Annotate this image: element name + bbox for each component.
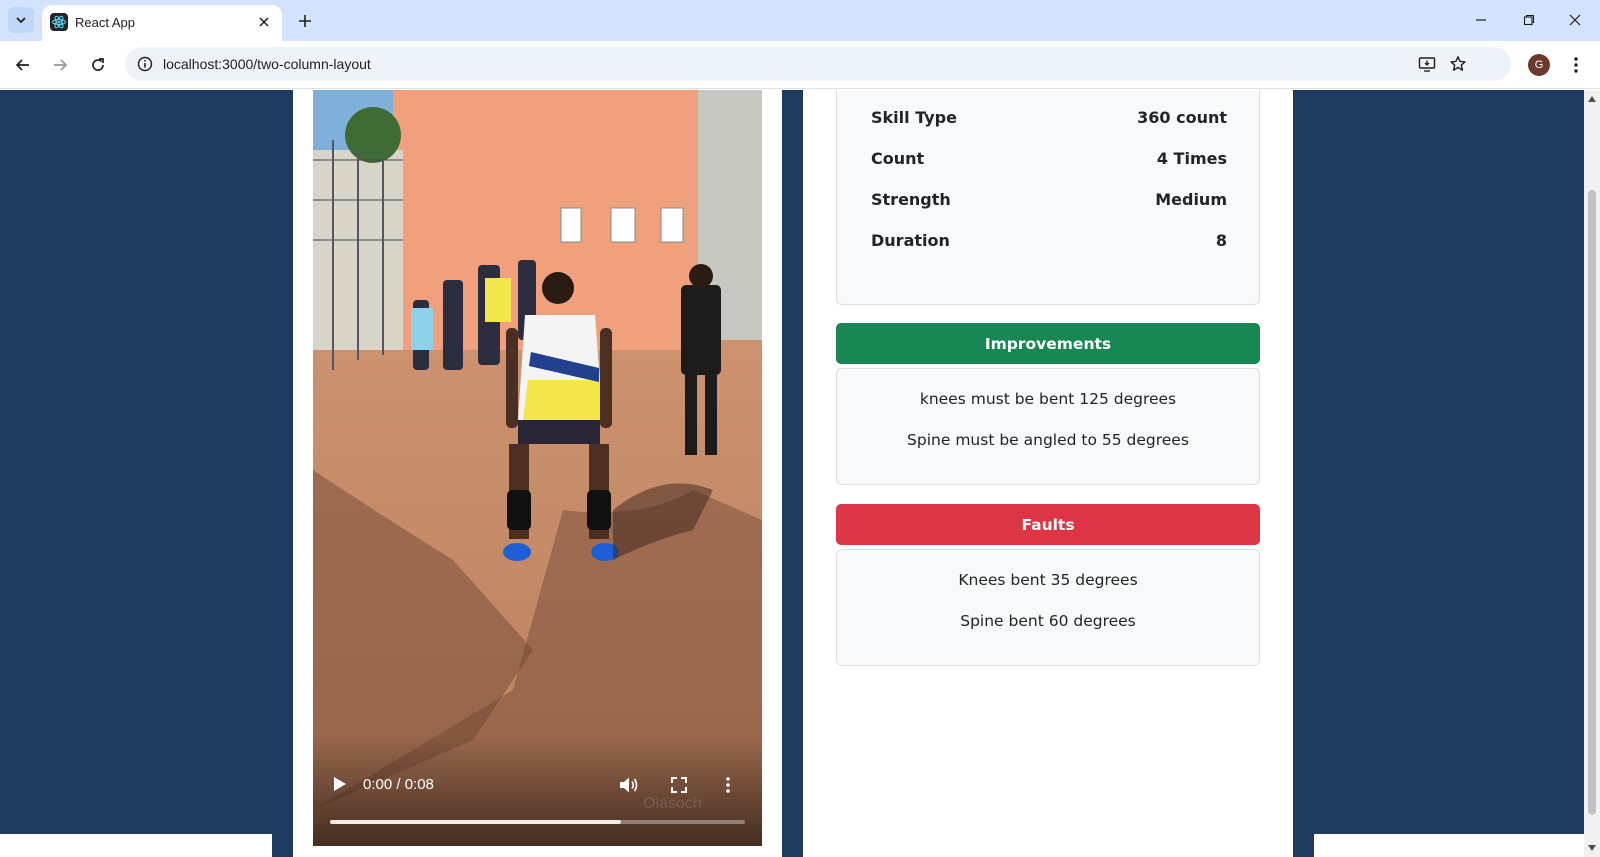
stat-label: Skill Type (871, 108, 957, 127)
video-player[interactable]: Olasoch 0:00 / 0:08 (313, 90, 762, 846)
scroll-up-button[interactable] (1587, 94, 1597, 104)
back-arrow-icon (15, 59, 29, 71)
tab-title: React App (75, 15, 135, 30)
stats-card: Skill Type 360 count Count 4 Times Stren… (836, 90, 1260, 305)
chevron-down-icon (16, 17, 26, 24)
browser-tab[interactable]: React App (42, 5, 282, 41)
close-window-button[interactable] (1560, 6, 1590, 34)
restore-button[interactable] (1514, 6, 1544, 34)
improvements-body: knees must be bent 125 degrees Spine mus… (836, 368, 1260, 485)
page-footer-strip-left (0, 834, 272, 857)
page-viewport: Olasoch 0:00 / 0:08 Skill Type (0, 90, 1584, 857)
tab-close-button[interactable] (254, 12, 274, 32)
analysis-column: Skill Type 360 count Count 4 Times Stren… (803, 90, 1293, 857)
stat-row-duration: Duration 8 (871, 231, 1227, 250)
stat-row-strength: Strength Medium (871, 190, 1227, 209)
restore-icon (1523, 14, 1535, 26)
address-bar[interactable]: localhost:3000/two-column-layout (125, 47, 1511, 81)
improvements-header: Improvements (836, 323, 1260, 364)
video-time-display: 0:00 / 0:08 (363, 776, 434, 793)
triangle-up-icon (1588, 96, 1596, 102)
faults-header: Faults (836, 504, 1260, 545)
stat-label: Duration (871, 231, 950, 250)
url-text: localhost:3000/two-column-layout (163, 56, 371, 72)
more-vertical-icon (1574, 57, 1578, 73)
close-icon (259, 17, 269, 27)
react-logo-icon (50, 13, 68, 31)
tab-search-button[interactable] (8, 7, 34, 33)
play-icon (334, 777, 346, 791)
stat-value: Medium (1155, 190, 1227, 209)
triangle-down-icon (1588, 845, 1596, 851)
plus-icon (299, 15, 311, 27)
video-options-button[interactable] (716, 773, 740, 797)
close-icon (1569, 14, 1581, 26)
video-column: Olasoch 0:00 / 0:08 (293, 90, 782, 857)
volume-icon (620, 777, 638, 793)
tab-strip: React App (0, 0, 1600, 41)
scrollbar-thumb[interactable] (1588, 190, 1596, 815)
minimize-button[interactable] (1466, 6, 1496, 34)
play-button[interactable] (329, 773, 351, 795)
minimize-icon (1476, 19, 1486, 21)
install-app-button[interactable] (1415, 52, 1439, 76)
faults-body: Knees bent 35 degrees Spine bent 60 degr… (836, 549, 1260, 666)
improvement-item: Spine must be angled to 55 degrees (907, 431, 1189, 449)
bookmark-button[interactable] (1446, 52, 1470, 76)
install-icon (1418, 57, 1436, 72)
info-icon (137, 56, 153, 72)
stat-value: 4 Times (1156, 149, 1227, 168)
profile-avatar[interactable]: G (1528, 54, 1550, 76)
stat-label: Strength (871, 190, 951, 209)
star-icon (1450, 56, 1466, 71)
fault-item: Spine bent 60 degrees (960, 612, 1136, 630)
video-progress-fill (330, 820, 621, 824)
video-frame: Olasoch (313, 90, 762, 846)
fault-item: Knees bent 35 degrees (958, 571, 1138, 589)
stat-value: 360 count (1137, 108, 1227, 127)
back-button[interactable] (8, 50, 38, 80)
more-vertical-icon (726, 777, 730, 793)
browser-menu-button[interactable] (1565, 54, 1587, 76)
stat-value: 8 (1215, 231, 1227, 250)
page-scrollbar[interactable] (1584, 90, 1600, 857)
browser-toolbar: localhost:3000/two-column-layout G (0, 41, 1600, 89)
mute-button[interactable] (617, 773, 641, 797)
fullscreen-button[interactable] (667, 773, 691, 797)
reload-icon (92, 58, 104, 71)
reload-button[interactable] (83, 50, 113, 80)
forward-button[interactable] (45, 50, 75, 80)
site-info-button[interactable] (133, 52, 157, 76)
page-footer-strip-right (1314, 834, 1584, 857)
stat-row-count: Count 4 Times (871, 149, 1227, 168)
scroll-down-button[interactable] (1587, 843, 1597, 853)
video-progress-bar[interactable] (330, 820, 745, 824)
stat-row-skill-type: Skill Type 360 count (871, 108, 1227, 127)
new-tab-button[interactable] (292, 8, 318, 34)
fullscreen-icon (671, 777, 687, 793)
forward-arrow-icon (54, 59, 68, 71)
stat-label: Count (871, 149, 925, 168)
improvement-item: knees must be bent 125 degrees (919, 390, 1177, 408)
